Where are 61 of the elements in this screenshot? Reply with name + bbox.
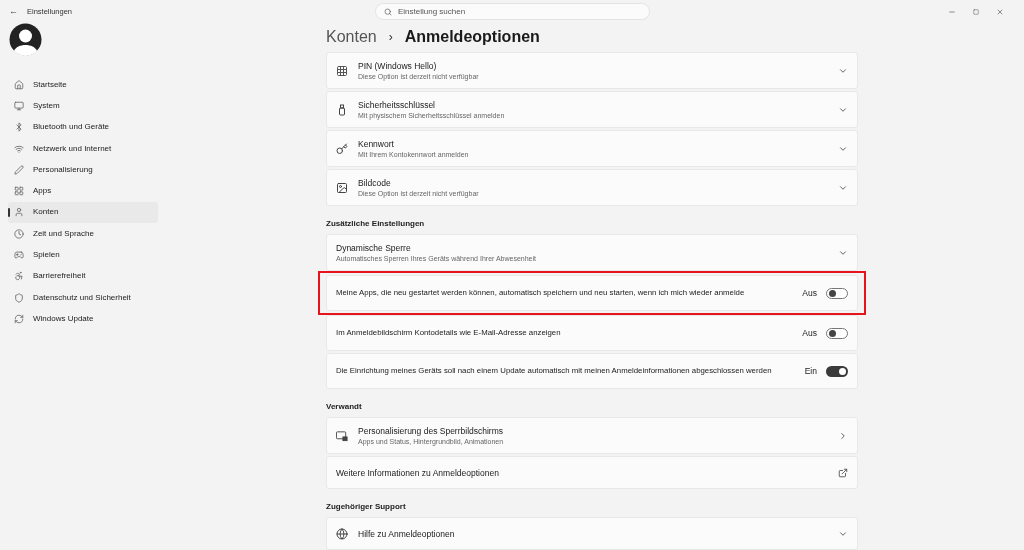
toggle-switch[interactable] [826, 327, 848, 339]
setting-title: Hilfe zu Anmeldeoptionen [358, 527, 456, 540]
setting-title: Weitere Informationen zu Anmeldeoptionen [336, 466, 500, 479]
avatar-icon [9, 23, 42, 56]
setting-title: Kennwort [358, 137, 395, 150]
sidebar-item[interactable]: Barrierefreiheit [8, 265, 158, 287]
settings-card[interactable]: Weitere Informationen zu Anmeldeoptionen [326, 456, 858, 489]
sidebar-item[interactable]: Zeit und Sprache [8, 223, 158, 245]
bluetooth-icon [14, 122, 24, 133]
page-title: Anmeldeoptionen [404, 27, 540, 47]
back-button[interactable]: ← [9, 4, 25, 19]
person-icon [14, 207, 24, 218]
wifi-icon [14, 143, 24, 154]
sidebar-item[interactable]: Startseite [8, 74, 158, 96]
sidebar-item[interactable]: Datenschutz und Sicherheit [8, 286, 158, 309]
search-field[interactable]: Einstellung suchen [375, 3, 650, 20]
monitor-icon [14, 100, 24, 111]
sidebar-item[interactable]: Spielen [8, 244, 158, 266]
sidebar-item[interactable]: Personalisierung [8, 159, 158, 181]
image-icon [336, 181, 348, 194]
toggle-switch[interactable] [826, 365, 848, 377]
close-icon[interactable] [996, 7, 1004, 16]
globe-icon [336, 527, 348, 540]
sidebar-item[interactable]: Netzwerk und Internet [8, 137, 158, 160]
clock-icon [14, 228, 24, 239]
usb-stick-icon [336, 103, 348, 116]
search-input[interactable]: Einstellung suchen [398, 5, 641, 18]
home-icon [14, 79, 24, 90]
key-icon [336, 142, 348, 155]
setting-title: Bildcode [358, 176, 392, 189]
breadcrumb-parent[interactable]: Konten [326, 25, 377, 49]
section-heading: Zusätzliche Einstellungen [326, 218, 426, 230]
setting-title: Sicherheitsschlüssel [358, 98, 436, 111]
toggle-switch[interactable] [826, 287, 848, 299]
accessibility-icon [14, 271, 24, 282]
toggle-state-label: Aus [802, 326, 817, 340]
toggle-state-label: Aus [802, 286, 817, 300]
chevron-right-icon [838, 430, 848, 441]
section-heading: Verwandt [326, 401, 363, 413]
settings-card[interactable]: Hilfe zu Anmeldeoptionen [326, 517, 858, 550]
section-heading: Zugehöriger Support [326, 501, 407, 513]
refresh-icon [14, 313, 24, 324]
setting-title: Personalisierung des Sperrbildschirms [358, 424, 505, 437]
external-link-icon [838, 467, 848, 478]
selection-indicator [8, 207, 10, 217]
lock-screen-icon [336, 429, 348, 442]
gamepad-icon [14, 250, 24, 260]
keypad-icon [336, 64, 348, 77]
grid-icon [14, 186, 24, 197]
sidebar-item[interactable]: Windows Update [8, 308, 158, 330]
toggle-state-label: Ein [804, 364, 817, 378]
sidebar-item[interactable]: Bluetooth und Geräte [8, 116, 158, 138]
sidebar-item[interactable]: Apps [8, 180, 158, 202]
search-icon [384, 7, 392, 16]
shield-icon [14, 292, 24, 303]
setting-title: Dynamische Sperre [336, 241, 412, 254]
sidebar-item[interactable]: System [8, 95, 158, 117]
pen-icon [14, 164, 24, 175]
setting-title: PIN (Windows Hello) [358, 59, 438, 72]
breadcrumb-separator: › [388, 29, 393, 46]
sidebar-item[interactable]: Konten [8, 201, 158, 224]
